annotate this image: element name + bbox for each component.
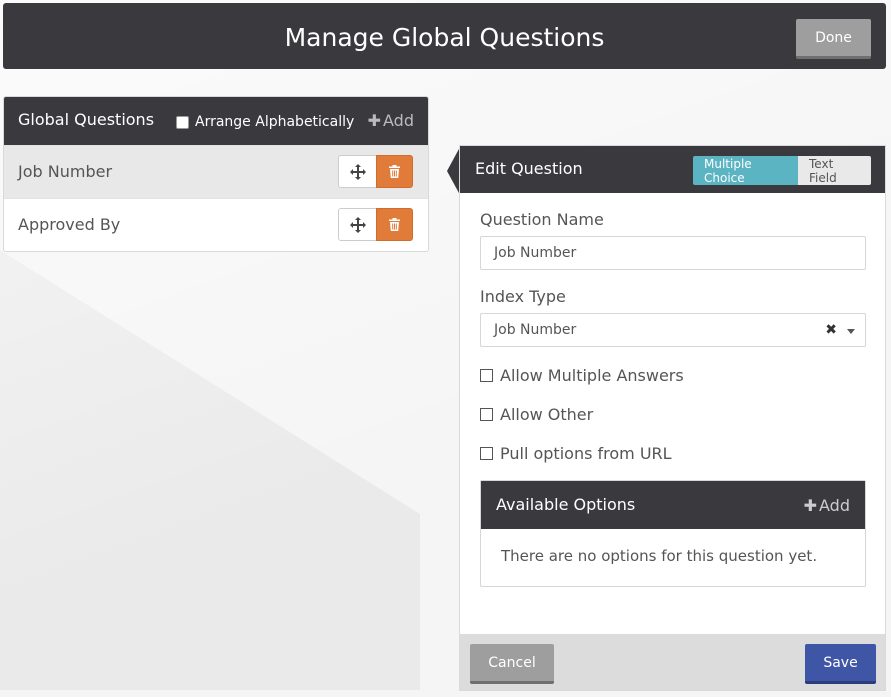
edit-question-title: Edit Question: [475, 159, 583, 178]
available-options-panel: Available Options ✚ Add There are no opti…: [480, 480, 866, 587]
pull-options-from-url-checkbox[interactable]: [480, 447, 493, 460]
chevron-down-icon[interactable]: [847, 329, 855, 334]
question-row-label: Job Number: [18, 162, 113, 181]
add-option-button[interactable]: ✚ Add: [804, 496, 850, 515]
move-icon: [349, 216, 366, 233]
index-type-label: Index Type: [480, 287, 566, 306]
add-question-label: Add: [383, 111, 414, 130]
question-row[interactable]: Approved By: [4, 198, 428, 252]
trash-icon: [389, 218, 400, 231]
trash-icon: [389, 165, 400, 178]
global-questions-title: Global Questions: [18, 110, 155, 129]
available-options-header: Available Options ✚ Add: [481, 481, 865, 529]
allow-multiple-answers-label: Allow Multiple Answers: [500, 366, 684, 385]
pull-options-from-url-label: Pull options from URL: [500, 444, 672, 463]
arrange-alphabetically-toggle[interactable]: Arrange Alphabetically: [176, 114, 354, 130]
allow-other-checkbox[interactable]: [480, 408, 493, 421]
multiple-choice-tab[interactable]: Multiple Choice: [693, 156, 798, 185]
question-name-input[interactable]: Job Number: [480, 236, 866, 270]
question-row[interactable]: Job Number: [4, 145, 428, 198]
question-name-label: Question Name: [480, 210, 604, 229]
top-bar: Manage Global Questions Done: [3, 3, 886, 69]
done-button[interactable]: Done: [796, 19, 871, 59]
global-questions-panel: Global Questions Arrange Alphabetically …: [3, 96, 429, 252]
add-option-label: Add: [819, 496, 850, 515]
allow-other-option[interactable]: Allow Other: [480, 405, 593, 424]
arrange-alphabetically-checkbox[interactable]: [176, 115, 189, 129]
edit-question-panel: Edit Question Multiple Choice Text Field…: [459, 145, 886, 691]
edit-question-footer: Cancel Save: [460, 634, 885, 690]
index-type-select[interactable]: Job Number ✖: [480, 313, 866, 347]
pull-options-from-url-option[interactable]: Pull options from URL: [480, 444, 672, 463]
plus-icon: ✚: [367, 111, 382, 130]
save-button[interactable]: Save: [805, 644, 876, 684]
question-type-toggle: Multiple Choice Text Field: [693, 156, 871, 185]
edit-question-header: Edit Question Multiple Choice Text Field: [460, 146, 885, 193]
cancel-button[interactable]: Cancel: [470, 644, 554, 684]
move-icon: [349, 163, 366, 180]
add-question-button[interactable]: ✚ Add: [368, 111, 414, 130]
arrange-alphabetically-label: Arrange Alphabetically: [195, 114, 355, 130]
question-row-label: Approved By: [18, 215, 121, 234]
allow-other-label: Allow Other: [500, 405, 594, 424]
plus-icon: ✚: [803, 496, 818, 515]
delete-question-button[interactable]: [376, 155, 413, 188]
move-question-button[interactable]: [338, 155, 377, 188]
page-title: Manage Global Questions: [284, 23, 605, 52]
no-options-message: There are no options for this question y…: [501, 547, 818, 565]
index-type-value: Job Number: [494, 322, 577, 338]
available-options-title: Available Options: [496, 495, 636, 514]
allow-multiple-answers-checkbox[interactable]: [480, 369, 493, 382]
delete-question-button[interactable]: [376, 208, 413, 241]
clear-icon[interactable]: ✖: [825, 322, 837, 338]
global-questions-header: Global Questions Arrange Alphabetically …: [4, 97, 428, 145]
move-question-button[interactable]: [338, 208, 377, 241]
text-field-tab[interactable]: Text Field: [798, 156, 871, 185]
allow-multiple-answers-option[interactable]: Allow Multiple Answers: [480, 366, 684, 385]
